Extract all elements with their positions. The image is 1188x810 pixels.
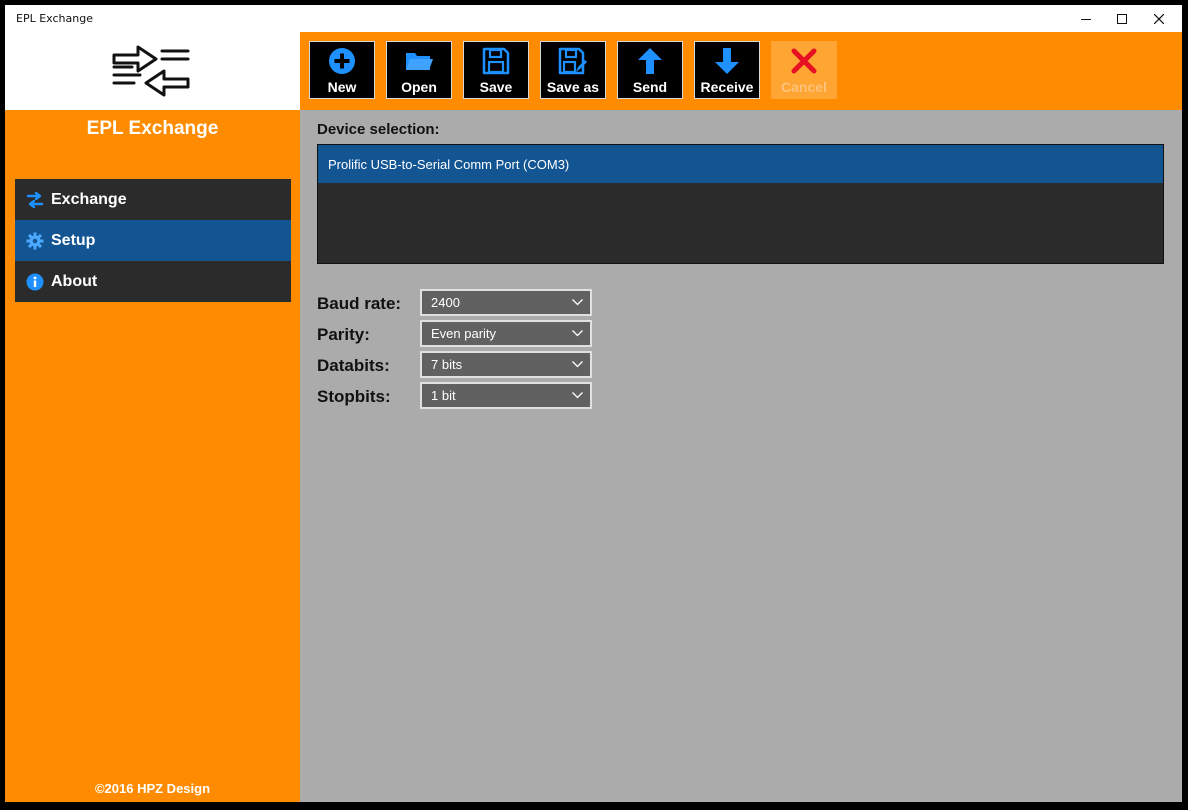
close-button[interactable] — [1136, 5, 1182, 32]
exchange-arrows-icon — [25, 190, 45, 210]
copyright-text: ©2016 HPZ Design — [94, 781, 211, 796]
chevron-down-icon — [572, 361, 583, 368]
save-as-label: Save as — [546, 79, 600, 95]
baud-rate-value: 2400 — [431, 295, 460, 310]
databits-value: 7 bits — [431, 357, 463, 372]
info-icon — [25, 272, 45, 292]
main-content: Device selection: Prolific USB-to-Serial… — [300, 110, 1182, 802]
open-label: Open — [401, 79, 437, 95]
parity-label: Parity: — [317, 325, 370, 344]
app-window: EPL Exchange EPL Exchange Exchange Setup… — [5, 5, 1182, 802]
cancel-x-icon — [772, 46, 836, 76]
title-bar: EPL Exchange — [5, 5, 1182, 32]
databits-select[interactable]: 7 bits — [420, 351, 592, 378]
sidebar-item-label: About — [51, 272, 98, 290]
device-list[interactable]: Prolific USB-to-Serial Comm Port (COM3) — [317, 144, 1164, 264]
parity-row: Parity: Even parity — [317, 320, 617, 347]
sidebar-item-label: Setup — [51, 231, 96, 249]
receive-label: Receive — [700, 79, 754, 95]
list-item[interactable]: Prolific USB-to-Serial Comm Port (COM3) — [318, 145, 1163, 183]
sidebar-item-label: Exchange — [51, 190, 127, 208]
sidebar-item-exchange[interactable]: Exchange — [15, 179, 291, 220]
send-button[interactable]: Send — [617, 41, 683, 99]
exchange-logo-icon — [112, 45, 190, 97]
folder-icon — [387, 46, 451, 76]
save-button[interactable]: Save — [463, 41, 529, 99]
device-selection-label: Device selection: — [317, 121, 440, 138]
send-label: Send — [632, 79, 668, 95]
stopbits-label: Stopbits: — [317, 387, 391, 406]
parity-value: Even parity — [431, 326, 497, 341]
save-as-button[interactable]: Save as — [540, 41, 606, 99]
minimize-icon — [1081, 18, 1091, 20]
plus-circle-icon — [310, 46, 374, 76]
stopbits-select[interactable]: 1 bit — [420, 382, 592, 409]
maximize-icon — [1117, 13, 1127, 24]
stopbits-row: Stopbits: 1 bit — [317, 382, 617, 409]
window-title: EPL Exchange — [16, 12, 93, 25]
logo-area — [5, 32, 300, 110]
parity-select[interactable]: Even parity — [420, 320, 592, 347]
sidebar-item-about[interactable]: About — [15, 261, 291, 302]
open-button[interactable]: Open — [386, 41, 452, 99]
arrow-up-icon — [618, 46, 682, 76]
save-label: Save — [479, 79, 513, 95]
chevron-down-icon — [572, 299, 583, 306]
stopbits-value: 1 bit — [431, 388, 456, 403]
sidebar-app-name: EPL Exchange — [86, 118, 219, 139]
toolbar: New Open Save Save as Send Receive Cance… — [300, 32, 1182, 110]
new-label: New — [327, 79, 357, 95]
cancel-button[interactable]: Cancel — [771, 41, 837, 99]
new-button[interactable]: New — [309, 41, 375, 99]
databits-label: Databits: — [317, 356, 390, 375]
baud-rate-select[interactable]: 2400 — [420, 289, 592, 316]
gear-icon — [25, 231, 45, 251]
floppy-disk-icon — [464, 46, 528, 76]
chevron-down-icon — [572, 392, 583, 399]
chevron-down-icon — [572, 330, 583, 337]
sidebar: EPL Exchange Exchange Setup About ©2016 … — [5, 32, 300, 802]
arrow-down-icon — [695, 46, 759, 76]
receive-button[interactable]: Receive — [694, 41, 760, 99]
cancel-label: Cancel — [781, 79, 827, 95]
databits-row: Databits: 7 bits — [317, 351, 617, 378]
floppy-disk-edit-icon — [541, 46, 605, 76]
baud-rate-label: Baud rate: — [317, 294, 402, 313]
baud-rate-row: Baud rate: 2400 — [317, 289, 617, 316]
close-icon — [1154, 13, 1164, 24]
sidebar-item-setup[interactable]: Setup — [15, 220, 291, 261]
